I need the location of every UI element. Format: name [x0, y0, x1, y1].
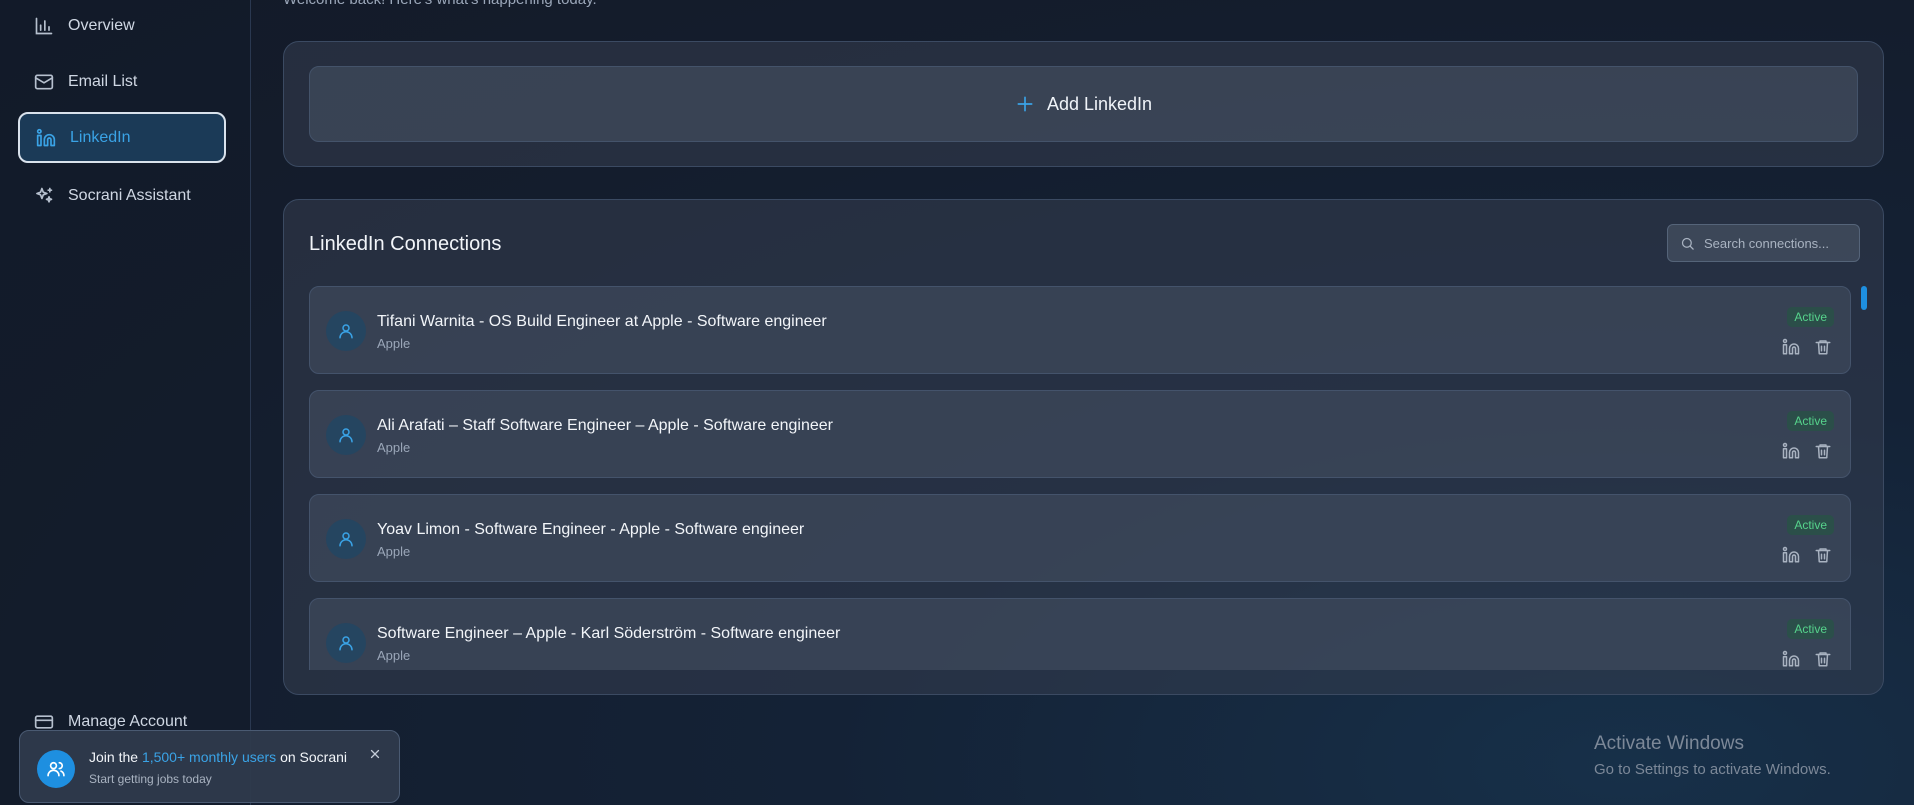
linkedin-icon[interactable]: [1782, 546, 1800, 564]
windows-activation-watermark: Activate Windows Go to Settings to activ…: [1594, 733, 1831, 778]
add-linkedin-card: Add LinkedIn: [283, 41, 1884, 167]
mail-icon: [34, 72, 54, 92]
connection-row[interactable]: Ali Arafati – Staff Software Engineer – …: [309, 390, 1851, 478]
toast-message: Join the 1,500+ monthly users on Socrani: [89, 749, 347, 765]
status-badge: Active: [1787, 515, 1834, 535]
add-linkedin-button[interactable]: Add LinkedIn: [309, 66, 1858, 142]
user-icon: [326, 623, 366, 663]
user-icon: [326, 415, 366, 455]
search-icon: [1680, 236, 1695, 251]
users-icon: [37, 750, 75, 788]
toast-subtitle: Start getting jobs today: [89, 772, 212, 786]
status-badge: Active: [1787, 411, 1834, 431]
toast-highlight: 1,500+ monthly users: [141, 749, 277, 765]
trash-icon[interactable]: [1814, 442, 1832, 460]
connection-company: Apple: [377, 648, 411, 663]
user-icon: [326, 311, 366, 351]
close-icon[interactable]: [368, 747, 382, 761]
bar-chart-icon: [34, 16, 54, 36]
connection-name: Ali Arafati – Staff Software Engineer – …: [377, 417, 833, 434]
connection-company: Apple: [377, 440, 411, 455]
sidebar-item-label: Overview: [68, 16, 135, 34]
toast-prefix: Join the: [89, 749, 139, 765]
sidebar-item-label: Email List: [68, 72, 138, 90]
watermark-title: Activate Windows: [1594, 733, 1744, 754]
add-linkedin-label: Add LinkedIn: [1046, 93, 1153, 114]
sidebar-item-linkedin[interactable]: LinkedIn: [18, 112, 226, 163]
sidebar-item-overview[interactable]: Overview: [18, 0, 226, 51]
toast-suffix: on Socrani: [280, 749, 348, 765]
connections-card: LinkedIn Connections Tifani Warnita - OS…: [283, 199, 1884, 695]
connections-scrollbar[interactable]: [1861, 286, 1867, 670]
connection-company: Apple: [377, 544, 411, 559]
trash-icon[interactable]: [1814, 546, 1832, 564]
user-icon: [326, 519, 366, 559]
credit-card-icon: [34, 712, 54, 732]
connections-list: Tifani Warnita - OS Build Engineer at Ap…: [309, 286, 1866, 670]
connection-name: Yoav Limon - Software Engineer - Apple -…: [377, 521, 805, 538]
status-badge: Active: [1787, 619, 1834, 639]
sidebar-item-label: LinkedIn: [70, 128, 131, 146]
promo-toast: Join the 1,500+ monthly users on Socrani…: [19, 730, 400, 803]
sidebar-item-socrani-assistant[interactable]: Socrani Assistant: [18, 170, 226, 221]
search-box[interactable]: [1667, 224, 1860, 262]
sparkles-icon: [34, 186, 54, 206]
connection-company: Apple: [377, 336, 411, 351]
trash-icon[interactable]: [1814, 650, 1832, 668]
scrollbar-thumb[interactable]: [1861, 286, 1867, 310]
plus-icon: [1015, 94, 1035, 114]
linkedin-icon[interactable]: [1782, 442, 1800, 460]
connection-name: Tifani Warnita - OS Build Engineer at Ap…: [377, 313, 827, 330]
linkedin-icon: [36, 128, 56, 148]
sidebar-item-manage-account[interactable]: Manage Account: [34, 712, 187, 732]
sidebar: Overview Email List LinkedIn Socrani Ass…: [0, 0, 251, 805]
sidebar-item-label: Socrani Assistant: [68, 186, 191, 204]
sidebar-item-label: Manage Account: [68, 713, 188, 730]
linkedin-icon[interactable]: [1782, 338, 1800, 356]
connection-row[interactable]: Software Engineer – Apple - Karl Söderst…: [309, 598, 1851, 670]
sidebar-item-email-list[interactable]: Email List: [18, 56, 226, 107]
trash-icon[interactable]: [1814, 338, 1832, 356]
linkedin-icon[interactable]: [1782, 650, 1800, 668]
connection-row[interactable]: Yoav Limon - Software Engineer - Apple -…: [309, 494, 1851, 582]
connections-title: LinkedIn Connections: [309, 233, 502, 255]
watermark-subtitle: Go to Settings to activate Windows.: [1594, 761, 1831, 778]
connection-name: Software Engineer – Apple - Karl Söderst…: [377, 625, 841, 642]
welcome-subtitle: Welcome back! Here's what's happening to…: [283, 0, 597, 8]
status-badge: Active: [1787, 307, 1834, 327]
search-input[interactable]: [1704, 235, 1854, 251]
connection-row[interactable]: Tifani Warnita - OS Build Engineer at Ap…: [309, 286, 1851, 374]
